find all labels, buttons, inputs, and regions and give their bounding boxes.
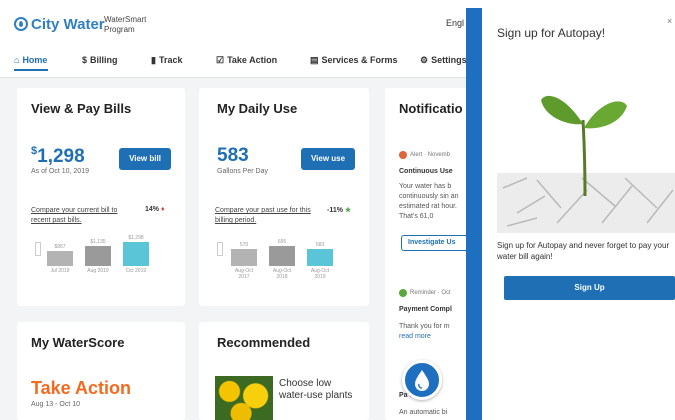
daily-bar	[231, 249, 257, 266]
waterscore-status: Take Action	[31, 378, 132, 398]
daily-use-amount: 583	[217, 145, 249, 166]
bills-bar-chart: $957 $1,135 $1,298	[47, 235, 167, 266]
daily-bar-label: Aug-Oct 2018	[272, 268, 292, 280]
document-icon: ▤	[310, 55, 319, 65]
bills-bar-labels: Jul 2019 Aug 2019 Oct 2019	[47, 268, 167, 288]
panel-divider	[466, 8, 482, 420]
nav-home[interactable]: ⌂ Home	[14, 55, 47, 65]
reminder-heading: Payment Compl	[399, 306, 452, 313]
waterscore-card: My WaterScore Take Action Aug 13 - Oct 1…	[17, 322, 185, 420]
autopay-title: Sign up for Autopay!	[497, 26, 606, 40]
waterscore-dates: Aug 13 - Oct 10	[31, 401, 81, 408]
water-drop-icon	[415, 370, 429, 391]
bills-bar	[85, 246, 111, 266]
alert-heading: Continuous Use	[399, 168, 453, 175]
bills-bar-value: $1,298	[128, 235, 144, 241]
compare-use-link[interactable]: Compare your past use for this billing p…	[215, 206, 313, 226]
bills-bar	[47, 251, 73, 266]
up-arrow-icon: ♦	[160, 206, 165, 213]
nav-take-action[interactable]: ☑ Take Action	[216, 55, 277, 66]
home-icon: ⌂	[14, 55, 20, 65]
nav-services-forms[interactable]: ▤ Services & Forms	[310, 55, 398, 66]
daily-bar-value: 655	[277, 239, 287, 245]
water-drop-fab[interactable]	[402, 360, 442, 400]
notifications-title: Notificatio	[399, 101, 463, 116]
daily-use-card: My Daily Use 583 Gallons Per Day View us…	[199, 88, 369, 306]
daily-bar	[307, 249, 333, 266]
recommended-item-text[interactable]: Choose low water-use plants	[279, 378, 359, 402]
bill-delta: 14% ♦	[145, 206, 165, 213]
bills-bar-label: Oct 2019	[125, 268, 147, 274]
investigate-usage-button[interactable]: Investigate Us	[401, 235, 471, 251]
compare-bills-link[interactable]: Compare your current bill to recent past…	[31, 206, 135, 226]
sign-up-button[interactable]: Sign Up	[504, 276, 675, 300]
bills-bar-value: $957	[54, 244, 66, 250]
nav-billing[interactable]: $ Billing	[82, 55, 118, 65]
bill-amount: $1,298	[31, 145, 85, 167]
water-drop-logo-icon	[14, 17, 28, 31]
use-delta: -11% ★	[327, 207, 352, 214]
autopay-panel: Sign up for Autopay! × Sign up for Autop…	[482, 8, 675, 420]
nav-track[interactable]: ▮ Track	[151, 55, 182, 66]
checklist-icon: ☑	[216, 55, 225, 65]
recommended-card: Recommended Choose low water-use plants	[199, 322, 369, 420]
autopay-description: Sign up for Autopay and never forget to …	[497, 241, 670, 261]
program-name: WaterSmart Program	[104, 15, 147, 34]
daily-use-title: My Daily Use	[217, 101, 298, 116]
reminder-check-icon	[399, 289, 407, 297]
bills-bar-label: Jul 2019	[50, 268, 70, 274]
nav-settings[interactable]: ⚙ Settings	[420, 55, 467, 66]
brand-name[interactable]: City Water	[31, 16, 105, 33]
third-notification-body: An automatic bi	[399, 409, 448, 416]
waterscore-title: My WaterScore	[31, 335, 125, 350]
daily-bar-chart: 570 655 583	[231, 238, 351, 266]
yellow-flowers-image	[215, 376, 273, 420]
dollar-icon: $	[82, 55, 88, 65]
alert-icon	[399, 151, 407, 159]
daily-bar-labels: Aug-Oct 2017 Aug-Oct 2018 Aug-Oct 2019	[231, 268, 351, 288]
bills-bar	[123, 242, 149, 266]
view-use-button[interactable]: View use	[301, 148, 355, 170]
daily-use-unit: Gallons Per Day	[217, 168, 268, 175]
daily-bar-label: Aug-Oct 2019	[310, 268, 330, 280]
bills-card-title: View & Pay Bills	[31, 101, 132, 116]
bills-bar-value: $1,135	[90, 239, 106, 245]
close-icon[interactable]: ×	[667, 16, 675, 26]
reminder-tag: Reminder · Oct	[410, 290, 451, 296]
bar-chart-icon: ▮	[151, 55, 156, 65]
daily-bar-value: 583	[315, 242, 325, 248]
bills-bar-label: Aug 2019	[87, 268, 109, 274]
view-bill-button[interactable]: View bill	[119, 148, 171, 170]
reminder-body: Thank you for m	[399, 323, 450, 330]
bill-date: As of Oct 10, 2019	[31, 168, 89, 175]
active-tab-underline	[14, 69, 48, 71]
recommended-title: Recommended	[217, 335, 311, 350]
seedling-on-shredded-paper-image	[497, 95, 675, 233]
read-more-link[interactable]: read more	[399, 332, 469, 342]
daily-bar-label: Aug-Oct 2017	[234, 268, 254, 280]
daily-bar-value: 570	[239, 242, 249, 248]
star-icon: ★	[344, 207, 352, 214]
daily-bar	[269, 246, 295, 266]
language-selector[interactable]: Engl	[446, 18, 464, 28]
gear-icon: ⚙	[420, 55, 429, 65]
alert-tag: Alert · Novemb	[410, 152, 451, 158]
bills-card: View & Pay Bills $1,298 As of Oct 10, 20…	[17, 88, 185, 306]
alert-body: Your water has b continuously sin an est…	[399, 183, 459, 220]
